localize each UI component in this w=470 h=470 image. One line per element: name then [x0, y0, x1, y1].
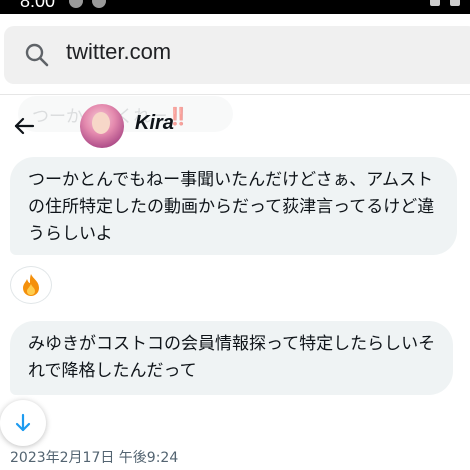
conversation-header: つーか…てくれー‼️ Kira — [0, 96, 470, 156]
notification-icon — [92, 0, 106, 8]
reaction-badge[interactable] — [10, 266, 52, 304]
avatar[interactable] — [80, 104, 124, 148]
fire-icon — [23, 274, 39, 296]
message-bubble[interactable]: みゆきがコストコの会員情報探って特定したらしいそれで降格したんだって — [10, 321, 453, 395]
search-icon — [25, 43, 49, 67]
back-arrow-icon[interactable] — [12, 114, 36, 138]
signal-icon — [450, 0, 460, 6]
notification-icon — [69, 0, 83, 8]
message-timestamp: 2023年2月17日 午後9:24 — [10, 450, 179, 466]
address-bar[interactable]: twitter.com — [4, 26, 470, 84]
url-text[interactable]: twitter.com — [66, 39, 171, 65]
arrow-down-icon — [15, 413, 31, 432]
faded-message-preview: つーか…てくれー‼️ — [18, 96, 233, 132]
message-bubble[interactable]: つーかとんでもねー事聞いたんだけどさぁ、アムストの住所特定したの動画からだって荻… — [10, 157, 457, 255]
contact-name[interactable]: Kira — [135, 112, 174, 135]
browser-toolbar: twitter.com — [0, 14, 470, 95]
wifi-icon — [430, 0, 440, 6]
status-time: 8:00 — [20, 0, 56, 11]
scroll-to-bottom-button[interactable] — [0, 400, 46, 446]
status-bar: 8:00 — [0, 0, 470, 14]
